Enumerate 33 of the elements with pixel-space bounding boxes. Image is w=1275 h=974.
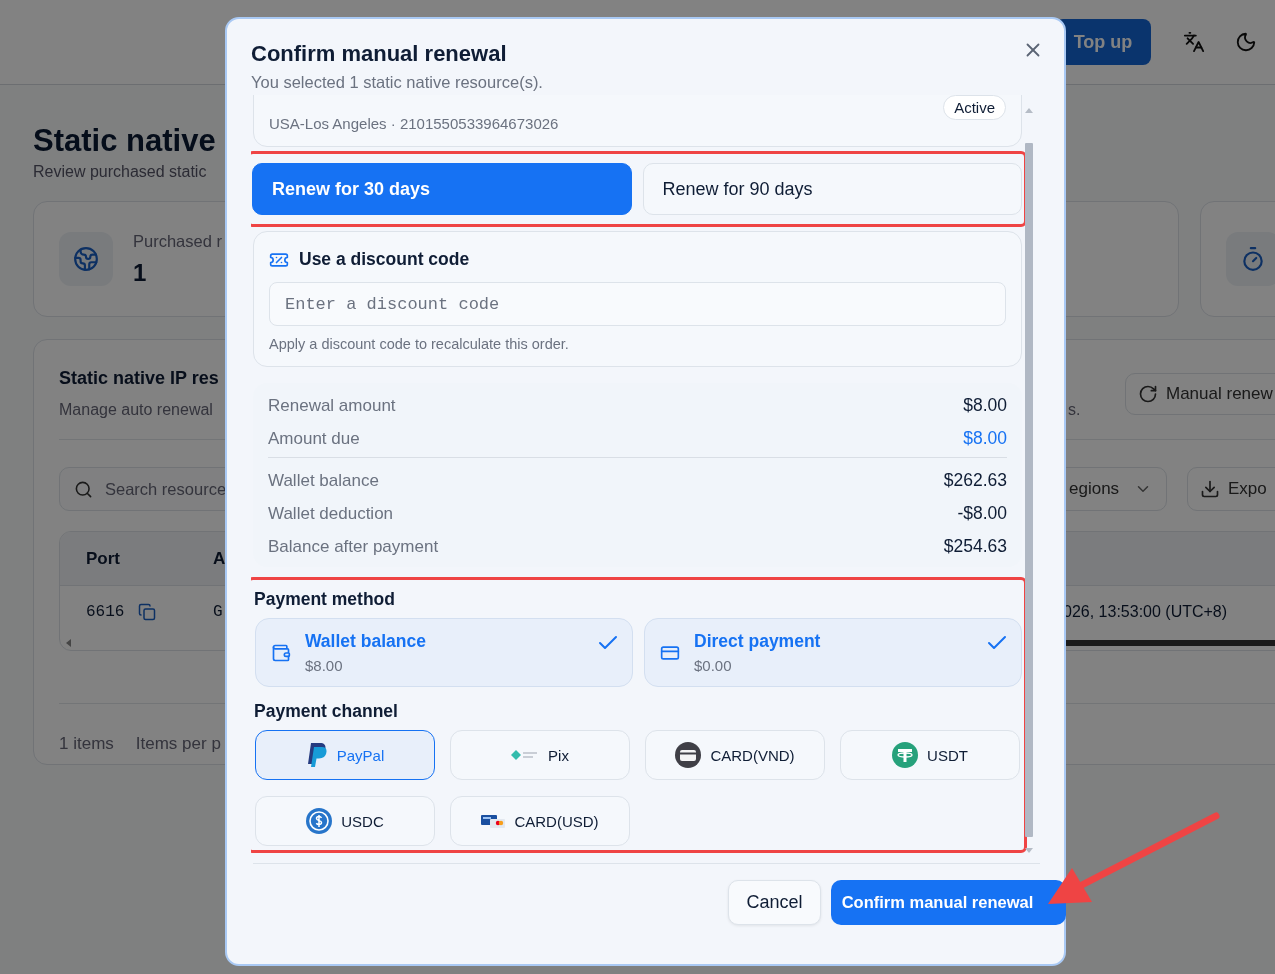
section-subtitle: s. — [1068, 401, 1081, 419]
stat-value: 1 — [133, 258, 148, 287]
summary-value: $254.63 — [943, 536, 1007, 557]
method-amount: $8.00 — [305, 657, 344, 674]
page-title: Static native — [33, 122, 216, 160]
method-title: Wallet balance — [305, 631, 426, 652]
dialog-subtitle: You selected 1 static native resource(s). — [251, 73, 543, 92]
summary-label: Amount due — [268, 428, 360, 449]
discount-title: Use a discount code — [299, 249, 470, 270]
summary-value: $8.00 — [963, 428, 1007, 449]
summary-label: Balance after payment — [268, 536, 439, 557]
payment-channel-label: Payment channel — [254, 701, 399, 722]
discount-hint: Apply a discount code to recalculate this order. — [269, 336, 570, 352]
column-header: A — [213, 548, 226, 569]
summary-label: Wallet balance — [268, 470, 379, 491]
page-subtitle: Review purchased static — [33, 163, 207, 181]
summary-label: Wallet deduction — [268, 503, 394, 524]
method-title: Direct payment — [694, 631, 821, 652]
dialog-title: Confirm manual renewal — [251, 41, 508, 67]
section-title: Static native IP res — [59, 368, 219, 389]
section-subtitle: Manage auto renewal — [59, 401, 213, 419]
table-cell: 6616 — [86, 603, 125, 621]
summary-value: $8.00 — [963, 395, 1007, 416]
method-amount: $0.00 — [694, 657, 733, 674]
items-per-page-label: Items per p — [135, 734, 221, 754]
table-cell: G — [213, 603, 223, 621]
payment-method-label: Payment method — [254, 589, 396, 610]
resource-details: USA-Los Angeles · 2101550533964673026 — [269, 115, 559, 132]
stat-label: Purchased r — [133, 231, 222, 251]
summary-label: Renewal amount — [268, 395, 396, 416]
status-badge: Active — [943, 95, 1006, 120]
column-header: Port — [86, 548, 120, 569]
item-count: 1 items — [59, 734, 114, 754]
